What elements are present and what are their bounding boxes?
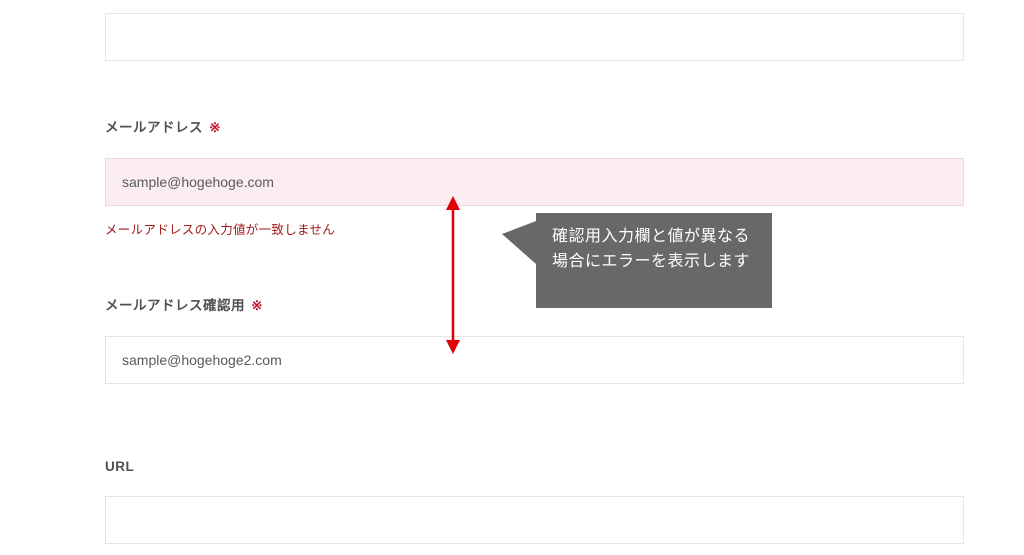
- email-input[interactable]: sample@hogehoge.com: [105, 158, 964, 206]
- url-field-group: URL: [105, 459, 964, 544]
- email-confirm-field-group: メールアドレス確認用 ※ sample@hogehoge2.com: [105, 294, 964, 384]
- unknown-top-input[interactable]: [105, 13, 964, 61]
- email-confirm-label: メールアドレス確認用 ※: [105, 294, 964, 314]
- email-field-group: メールアドレス ※ sample@hogehoge.com メールアドレスの入力…: [105, 116, 964, 238]
- email-confirm-input[interactable]: sample@hogehoge2.com: [105, 336, 964, 384]
- explanation-callout: 確認用入力欄と値が異なる場合にエラーを表示します: [536, 213, 772, 308]
- required-mark: ※: [209, 120, 221, 135]
- url-input[interactable]: [105, 496, 964, 544]
- url-label-text: URL: [105, 459, 134, 474]
- email-confirm-label-text: メールアドレス確認用: [105, 298, 245, 313]
- required-mark: ※: [251, 298, 263, 313]
- form-area: メールアドレス ※ sample@hogehoge.com メールアドレスの入力…: [105, 0, 964, 555]
- callout-arrow-icon: [502, 221, 536, 264]
- callout-text: 確認用入力欄と値が異なる場合にエラーを表示します: [552, 225, 756, 275]
- url-label: URL: [105, 459, 964, 474]
- email-label: メールアドレス ※: [105, 116, 964, 136]
- email-label-text: メールアドレス: [105, 120, 203, 135]
